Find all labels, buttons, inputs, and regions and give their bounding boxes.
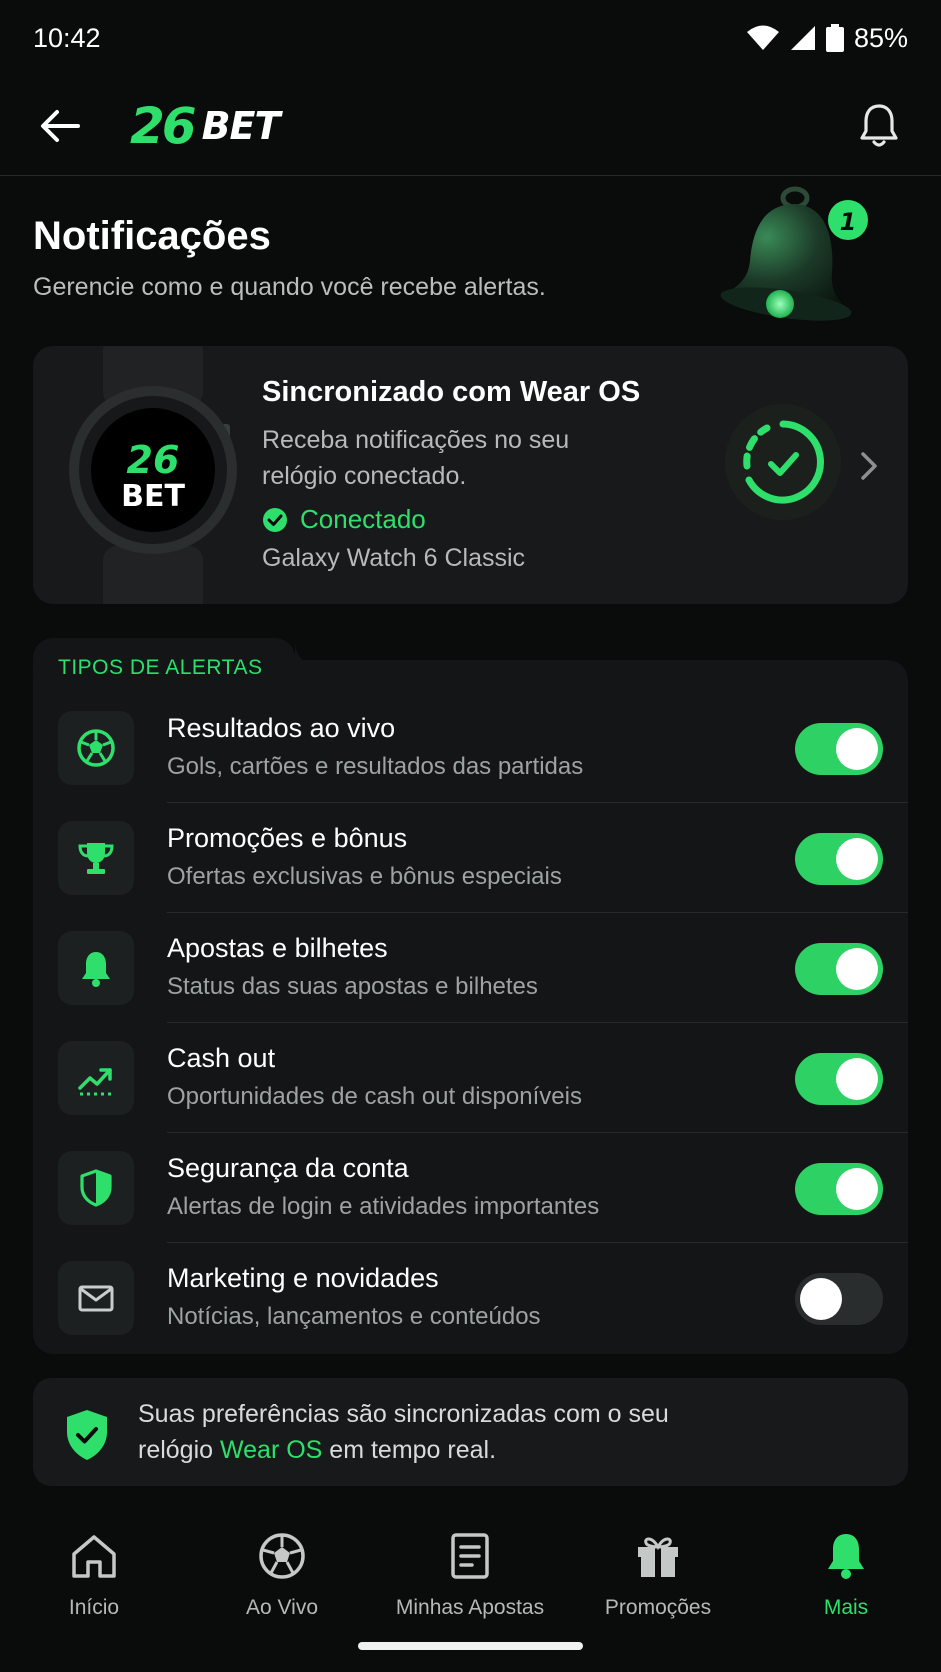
alert-row-marketing: Marketing e novidades Notícias, lançamen… (33, 1243, 908, 1353)
ticket-icon (451, 1533, 489, 1579)
toggle-knob (836, 728, 878, 770)
alert-row-live-results: Resultados ao vivo Gols, cartões e resul… (33, 693, 908, 803)
alert-title: Marketing e novidades (167, 1263, 439, 1293)
alert-icon-box (58, 1041, 134, 1115)
toggle-knob (836, 948, 878, 990)
alerts-section-label: TIPOS DE ALERTAS (58, 656, 263, 679)
alert-description: Oportunidades de cash out disponíveis (167, 1083, 582, 1110)
nav-home[interactable]: Início (0, 1500, 188, 1620)
alert-description: Alertas de login e atividades importante… (167, 1193, 600, 1220)
alert-icon-box (58, 711, 134, 785)
alert-row-bets: Apostas e bilhetes Status das suas apost… (33, 913, 908, 1023)
toggle-knob (836, 838, 878, 880)
nav-promotions[interactable]: Promoções (564, 1500, 752, 1620)
nav-label: Mais (823, 1596, 869, 1619)
bell-icon (828, 1534, 864, 1579)
notifications-button[interactable] (853, 100, 905, 152)
soccer-ball-icon (259, 1533, 305, 1579)
alert-toggle-bets[interactable] (795, 943, 883, 995)
logo-number: 26 (130, 97, 197, 155)
shield-check-icon (67, 1410, 107, 1460)
alert-icon-box (58, 821, 134, 895)
sync-text-highlight: Wear OS (220, 1436, 323, 1464)
sync-info-banner: Suas preferências são sincronizadas com … (33, 1378, 908, 1486)
nav-label: Início (68, 1596, 120, 1619)
nav-label: Ao Vivo (246, 1596, 318, 1619)
watch-face-number: 26 (127, 438, 180, 482)
alert-toggle-live-results[interactable] (795, 723, 883, 775)
alert-title: Promoções e bônus (167, 823, 408, 853)
hero-bell-icon: 1 (720, 186, 868, 321)
wear-card-title: Sincronizado com Wear OS (262, 376, 641, 408)
toggle-knob (800, 1278, 842, 1320)
sync-text-after: em tempo real. (322, 1436, 497, 1464)
check-circle-icon (263, 507, 287, 532)
app-header: 26 BET (0, 76, 941, 176)
nav-label: Promoções (604, 1596, 712, 1619)
alert-title: Resultados ao vivo (167, 713, 396, 743)
arrow-left-icon (41, 110, 80, 142)
trophy-icon (78, 843, 114, 874)
page-title: Notificações (33, 214, 271, 258)
device-name: Galaxy Watch 6 Classic (262, 544, 526, 572)
shield-icon (80, 1169, 112, 1207)
mail-icon (78, 1285, 114, 1312)
wear-card-description: Receba notificações no seu relógio conec… (262, 426, 570, 490)
page-subtitle: Gerencie como e quando você recebe alert… (33, 273, 546, 301)
watch-face-text: BET (121, 479, 185, 514)
alert-icon-box (58, 931, 134, 1005)
alert-row-promotions: Promoções e bônus Ofertas exclusivas e b… (33, 803, 908, 913)
signal-icon (790, 26, 815, 50)
brand-logo: 26 BET (130, 96, 281, 156)
alert-description: Notícias, lançamentos e conteúdos (167, 1303, 541, 1330)
alert-description: Gols, cartões e resultados das partidas (167, 753, 584, 780)
alert-toggle-security[interactable] (795, 1163, 883, 1215)
connection-status: Conectado (262, 504, 426, 535)
connection-status-label: Conectado (300, 504, 426, 534)
battery-percent: 85% (853, 22, 908, 53)
status-icons: 85% (746, 23, 908, 54)
alert-toggle-cash-out[interactable] (795, 1053, 883, 1105)
nav-my-bets[interactable]: Minhas Apostas (376, 1500, 564, 1620)
nav-live[interactable]: Ao Vivo (188, 1500, 376, 1620)
alert-row-security: Segurança da conta Alertas de login e at… (33, 1133, 908, 1243)
hero-badge-count: 1 (840, 208, 857, 236)
alert-title: Cash out (167, 1043, 276, 1073)
sync-check-icon (725, 404, 841, 520)
toggle-knob (836, 1168, 878, 1210)
toggle-knob (836, 1058, 878, 1100)
home-indicator (358, 1642, 583, 1650)
alert-toggle-marketing[interactable] (795, 1273, 883, 1325)
alert-description: Status das suas apostas e bilhetes (167, 973, 538, 1000)
gift-icon (638, 1537, 678, 1577)
logo-text: BET (201, 104, 281, 148)
soccer-ball-icon (77, 729, 115, 767)
smartwatch-image: 26 BET (69, 346, 237, 604)
alert-title: Apostas e bilhetes (167, 933, 388, 963)
chevron-right-icon (861, 452, 877, 480)
alert-description: Ofertas exclusivas e bônus especiais (167, 863, 562, 890)
alert-icon-box (58, 1261, 134, 1335)
sync-info-text: Suas preferências são sincronizadas com … (138, 1396, 698, 1468)
bell-icon (82, 952, 110, 987)
trending-up-icon (78, 1068, 112, 1096)
status-time: 10:42 (33, 22, 101, 53)
wifi-icon (746, 25, 779, 50)
alert-toggle-promotions[interactable] (795, 833, 883, 885)
alert-row-cash-out: Cash out Oportunidades de cash out dispo… (33, 1023, 908, 1133)
alert-icon-box (58, 1151, 134, 1225)
battery-icon (825, 24, 844, 52)
wear-os-card[interactable]: 26 BET Sincronizado com Wear OS Receba n… (33, 346, 908, 604)
bell-outline-icon (860, 104, 898, 147)
alert-title: Segurança da conta (167, 1153, 409, 1183)
back-button[interactable] (36, 102, 84, 150)
status-bar: 10:42 85% (0, 0, 941, 76)
home-icon (72, 1535, 116, 1578)
nav-more[interactable]: Mais (752, 1500, 940, 1620)
nav-label: Minhas Apostas (395, 1596, 545, 1619)
